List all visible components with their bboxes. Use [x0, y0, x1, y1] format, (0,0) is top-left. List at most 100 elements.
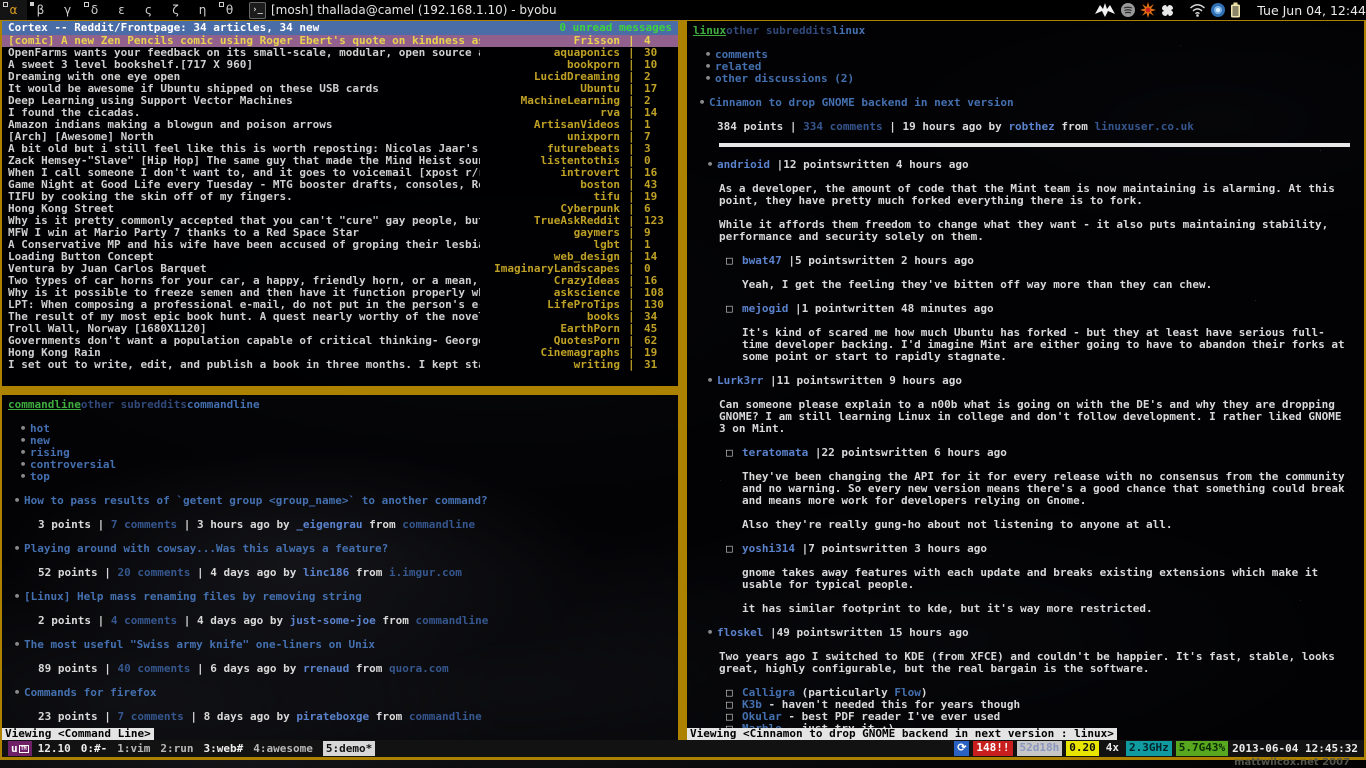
comment: □teratomata |22 pointswritten 6 hours ag…: [693, 447, 1356, 531]
source-link[interactable]: commandline: [409, 710, 482, 723]
article-row[interactable]: MFW I win at Mario Party 7 thanks to a R…: [2, 227, 678, 239]
source-link[interactable]: commandline: [416, 614, 489, 627]
subreddit-link-2[interactable]: linux: [832, 24, 865, 37]
tag-α[interactable]: α: [0, 0, 27, 20]
post-title-link[interactable]: The most useful "Swiss army knife" one-l…: [24, 638, 375, 651]
comment-author-link[interactable]: mejogid: [742, 302, 788, 315]
wifi-icon[interactable]: [1189, 3, 1206, 17]
tag-θ[interactable]: θ: [216, 0, 243, 20]
nav-link[interactable]: other discussions (2): [715, 72, 854, 85]
comment-header: □yoshi314 |7 pointswritten 3 hours ago: [693, 543, 1356, 555]
post-title-link[interactable]: Cinnamon to drop GNOME backend in next v…: [709, 96, 1014, 109]
article-title: Deep Learning using Support Vector Machi…: [8, 95, 480, 107]
comment-author-link[interactable]: andrioid: [717, 158, 770, 171]
pane-divider-horizontal[interactable]: [2, 386, 687, 395]
source-link[interactable]: commandline: [402, 518, 475, 531]
comment-marker: •: [703, 159, 717, 171]
author-link[interactable]: rrenaud: [303, 662, 349, 675]
tmux-window-list: 0:#- 1:vim 2:run 3:web# 4:awesome 5:demo*: [71, 743, 375, 755]
author-link[interactable]: _eigengrau: [296, 518, 362, 531]
spotify-icon[interactable]: [1120, 2, 1136, 18]
comments-link[interactable]: 334 comments: [803, 120, 882, 133]
browser-status-line: Viewing <Cinnamon to drop GNOME backend …: [687, 728, 1117, 740]
source-link[interactable]: i.imgur.com: [389, 566, 462, 579]
tag-η[interactable]: η: [189, 0, 216, 20]
comment: □bwat47 |5 pointswritten 2 hours agoYeah…: [693, 255, 1356, 291]
comment-author-link[interactable]: teratomata: [742, 446, 808, 459]
article-row[interactable]: Deep Learning using Support Vector Machi…: [2, 95, 678, 107]
nav-item: •controversial: [8, 459, 670, 471]
comment-marker: •: [703, 627, 717, 639]
article-row[interactable]: Dreaming with one eye openLucidDreaming|…: [2, 71, 678, 83]
tag-ε[interactable]: ε: [108, 0, 135, 20]
tag-client-marker: [30, 2, 34, 6]
article-title: A sweet 3 level bookshelf.[717 X 960]: [8, 59, 480, 71]
article-title: When I call someone I don't want to, and…: [8, 167, 480, 179]
comments-link[interactable]: 40 comments: [117, 662, 190, 675]
article-title: OpenFarms wants your feedback on its sma…: [8, 47, 480, 59]
source-link[interactable]: quora.com: [389, 662, 449, 675]
article-title: I set out to write, edit, and publish a …: [8, 359, 480, 371]
terminal-window: Cortex -- Reddit/Frontpage: 34 articles,…: [0, 20, 1366, 760]
article-title: Dreaming with one eye open: [8, 71, 480, 83]
tag-β[interactable]: β: [27, 0, 54, 20]
article-title: LPT: When composing a professional e-mai…: [8, 299, 480, 311]
tag-ζ[interactable]: ζ: [162, 0, 189, 20]
source-link[interactable]: linuxuser.co.uk: [1095, 120, 1194, 133]
bird-icon[interactable]: [1094, 2, 1116, 18]
comments-link[interactable]: 4 comments: [111, 614, 177, 627]
article-title: Amazon indians making a blowgun and pois…: [8, 119, 480, 131]
comment-paragraph: Yeah, I get the feeling they've bitten o…: [693, 279, 1356, 291]
subreddit-link-2[interactable]: commandline: [187, 398, 260, 411]
chromium-icon[interactable]: [1210, 2, 1226, 18]
article-title: TIFU by cooking the skin off of my finge…: [8, 191, 480, 203]
tmux-window-5[interactable]: 5:demo*: [323, 741, 375, 756]
tmux-window-4[interactable]: 4:awesome: [253, 742, 313, 755]
battery-icon[interactable]: [1230, 2, 1241, 18]
post-title-link[interactable]: How to pass results of `getent group <gr…: [24, 494, 488, 507]
article-title: It would be awesome if Ubuntu shipped on…: [8, 83, 480, 95]
subreddit-link[interactable]: linux: [693, 24, 726, 37]
article-comment-count: 31: [638, 359, 674, 371]
subreddit-link[interactable]: commandline: [8, 398, 81, 411]
comment-author-link[interactable]: Lurk3rr: [717, 374, 763, 387]
post-title-line: •Commands for firefox: [8, 687, 670, 699]
tag-ς[interactable]: ς: [135, 0, 162, 20]
article-subreddit: writing: [480, 359, 628, 371]
clock[interactable]: Tue Jun 04, 12:44: [1257, 3, 1366, 18]
post-title-link[interactable]: Commands for firefox: [24, 686, 156, 699]
comment: •andrioid |12 pointswritten 4 hours agoA…: [693, 159, 1356, 243]
nav-item: •top: [8, 471, 670, 483]
tmux-window-1[interactable]: 1:vim: [117, 742, 150, 755]
comments-link[interactable]: 20 comments: [117, 566, 190, 579]
tag-γ[interactable]: γ: [54, 0, 81, 20]
nav-item: •new: [8, 435, 670, 447]
article-row[interactable]: Game Night at Good Life every Tuesday - …: [2, 179, 678, 191]
tmux-window-0[interactable]: 0:#-: [81, 742, 108, 755]
article-row[interactable]: When I call someone I don't want to, and…: [2, 167, 678, 179]
post-title-link[interactable]: Playing around with cowsay...Was this al…: [24, 542, 388, 555]
comment-author-link[interactable]: bwat47: [742, 254, 782, 267]
status-indicators: ⟳148!!52d18h0.204x2.3GHz5.7G43%: [950, 741, 1228, 756]
tag-δ[interactable]: δ: [81, 0, 108, 20]
terminal-window-icon[interactable]: ›_: [249, 2, 266, 19]
tmux-window-2[interactable]: 2:run: [160, 742, 193, 755]
comments-link[interactable]: 7 comments: [111, 518, 177, 531]
post-title-link[interactable]: [Linux] Help mass renaming files by remo…: [24, 590, 362, 603]
nav-link[interactable]: top: [30, 470, 50, 483]
article-row[interactable]: LPT: When composing a professional e-mai…: [2, 299, 678, 311]
article-title: [comic] A new Zen Pencils comic using Ro…: [8, 35, 480, 47]
subreddit-browser-pane: commandlineother subredditscommandline •…: [2, 395, 678, 740]
comment-author-link[interactable]: floskel: [717, 626, 763, 639]
tmux-window-3[interactable]: 3:web#: [204, 742, 244, 755]
author-link[interactable]: robthez: [1008, 120, 1054, 133]
comments-link[interactable]: 7 comments: [117, 710, 183, 723]
comment-author-link[interactable]: yoshi314: [742, 542, 795, 555]
burst-icon[interactable]: [1140, 2, 1156, 18]
author-link[interactable]: linc186: [303, 566, 349, 579]
author-link[interactable]: pirateboxge: [296, 710, 369, 723]
pane-divider-vertical[interactable]: [678, 21, 687, 740]
author-link[interactable]: just-some-joe: [290, 614, 376, 627]
article-row[interactable]: I set out to write, edit, and publish a …: [2, 359, 678, 371]
puzzle-icon[interactable]: [1160, 3, 1175, 18]
